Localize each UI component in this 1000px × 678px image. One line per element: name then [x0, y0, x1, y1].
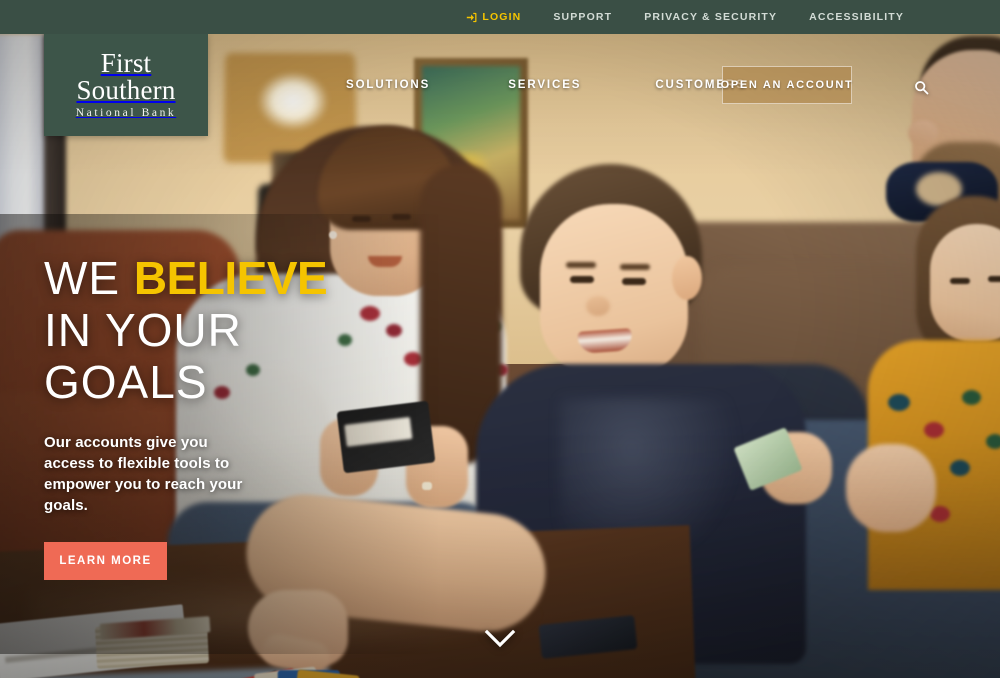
- open-an-account-button[interactable]: OPEN AN ACCOUNT: [721, 66, 852, 104]
- logo-line-national-bank: National Bank: [75, 107, 177, 119]
- hero-headline: WE BELIEVE IN YOUR GOALS: [44, 252, 374, 408]
- photo-floral-motif: [986, 434, 1000, 449]
- hero-subtext: Our accounts give you access to flexible…: [44, 434, 243, 514]
- page-root: LOGIN SUPPORT PRIVACY & SECURITY ACCESSI…: [0, 0, 1000, 678]
- hero-headline-line2: IN YOUR: [44, 304, 242, 356]
- hero-headline-line3: GOALS: [44, 356, 208, 408]
- photo-floral-motif: [924, 422, 944, 438]
- sign-in-icon: [466, 12, 477, 23]
- utility-link-login-label: LOGIN: [482, 11, 522, 23]
- nav-item-solutions[interactable]: SOLUTIONS: [346, 79, 430, 91]
- photo-woman-eye: [392, 214, 411, 220]
- photo-boy-eye: [622, 278, 646, 285]
- photo-girl-eye: [988, 276, 1000, 282]
- photo-girl-eye: [950, 278, 970, 284]
- utility-link-privacy-security[interactable]: PRIVACY & SECURITY: [644, 11, 777, 23]
- photo-woman-ring: [422, 482, 432, 490]
- photo-boy-ear: [672, 256, 702, 300]
- photo-boy-nose: [586, 296, 610, 316]
- site-logo[interactable]: First Southern National Bank: [44, 34, 208, 136]
- utility-link-login[interactable]: LOGIN: [466, 11, 521, 23]
- scroll-down-button[interactable]: [484, 628, 516, 650]
- utility-link-accessibility[interactable]: ACCESSIBILITY: [809, 11, 904, 23]
- search-icon: [914, 80, 929, 95]
- learn-more-button[interactable]: LEARN MORE: [44, 542, 167, 580]
- photo-floral-motif: [950, 460, 970, 476]
- photo-floral-motif: [386, 324, 402, 337]
- hero-headline-we: WE: [44, 252, 134, 304]
- photo-boy-eyebrow: [620, 264, 650, 270]
- main-navigation: SOLUTIONS SERVICES CUSTOMERS: [330, 34, 1000, 136]
- logo-line-southern: Southern: [76, 75, 176, 105]
- photo-floral-motif: [930, 506, 950, 522]
- nav-item-services[interactable]: SERVICES: [508, 79, 581, 91]
- photo-floral-motif: [962, 390, 981, 405]
- search-button[interactable]: [908, 74, 934, 100]
- hero-content: WE BELIEVE IN YOUR GOALS Our accounts gi…: [44, 252, 374, 580]
- photo-boy-eyebrow: [566, 262, 596, 268]
- utility-bar: LOGIN SUPPORT PRIVACY & SECURITY ACCESSI…: [0, 0, 1000, 34]
- photo-boy-eye: [570, 276, 594, 283]
- photo-girl-arm: [846, 444, 936, 532]
- logo-line-first: First: [100, 48, 152, 78]
- photo-floral-motif: [888, 394, 910, 411]
- hero-headline-believe: BELIEVE: [133, 252, 328, 304]
- photo-woman-eye: [352, 216, 371, 222]
- photo-woman-earring: [329, 231, 337, 239]
- utility-link-support[interactable]: SUPPORT: [553, 11, 612, 23]
- photo-lamp-glow: [258, 72, 328, 130]
- chevron-down-icon: [484, 628, 516, 650]
